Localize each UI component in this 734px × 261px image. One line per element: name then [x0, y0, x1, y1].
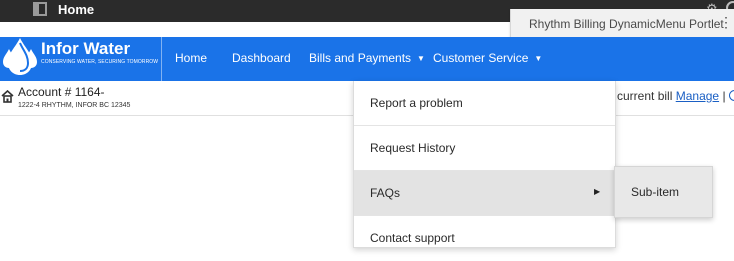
- faqs-submenu: Sub-item: [614, 166, 713, 218]
- menu-item-label: Report a problem: [370, 96, 463, 110]
- nav-item-customer-service[interactable]: Customer Service ▼: [433, 51, 542, 65]
- home-icon: [1, 90, 14, 103]
- page-title: Home: [58, 2, 95, 17]
- menu-item-faqs[interactable]: FAQs ▶: [354, 171, 615, 216]
- info-icon[interactable]: [728, 90, 734, 101]
- menu-item-request-history[interactable]: Request History: [354, 126, 615, 171]
- brand-name: Infor Water: [41, 39, 131, 58]
- menu-item-label: Contact support: [370, 231, 455, 245]
- nav-item-label: Home: [175, 51, 208, 65]
- sidebar-toggle-icon[interactable]: [33, 2, 47, 16]
- manage-link[interactable]: Manage: [676, 89, 719, 103]
- portlet-title-bar: Rhythm Billing DynamicMenu Portlet ⋮: [510, 9, 734, 39]
- separator: |: [722, 89, 726, 103]
- main-navbar: Infor Water CONSERVING WATER, SECURING T…: [0, 37, 734, 81]
- account-address: 1222-4 RHYTHM, INFOR BC 12345: [18, 102, 131, 109]
- chevron-down-icon: ▼: [534, 54, 543, 63]
- customer-service-dropdown: Report a problem Request History FAQs ▶ …: [353, 81, 616, 248]
- nav-item-label: Dashboard: [232, 51, 291, 65]
- chevron-down-icon: ▼: [417, 54, 425, 63]
- nav-item-bills-and-payments[interactable]: Bills and Payments ▼: [309, 51, 425, 65]
- nav-item-home[interactable]: Home: [175, 51, 207, 65]
- nav-item-label: Bills and Payments: [309, 51, 412, 65]
- nav-item-label: Customer Service: [433, 51, 529, 65]
- menu-item-label: FAQs: [370, 186, 401, 200]
- kebab-icon[interactable]: ⋮: [719, 15, 733, 29]
- menu-item-report-a-problem[interactable]: Report a problem: [354, 81, 615, 126]
- submenu-item-sub-item[interactable]: Sub-item: [631, 185, 679, 199]
- menu-item-contact-support[interactable]: Contact support: [354, 216, 615, 261]
- nav-menu: Home Dashboard Bills and Payments ▼ Custo…: [161, 37, 734, 81]
- account-number: Account # 1164-: [18, 85, 105, 99]
- brand-tagline: CONSERVING WATER, SECURING TOMORROW: [41, 59, 159, 65]
- menu-item-label: Request History: [370, 141, 456, 155]
- current-bill-text: e current bill: [607, 89, 673, 103]
- portlet-title: Rhythm Billing DynamicMenu Portlet: [529, 17, 724, 31]
- bill-info: e current bill Manage |: [607, 89, 734, 103]
- water-drops-icon: [3, 38, 37, 75]
- nav-item-dashboard[interactable]: Dashboard: [232, 51, 291, 65]
- chevron-right-icon: ▶: [594, 187, 601, 196]
- brand-logo[interactable]: Infor Water CONSERVING WATER, SECURING T…: [0, 37, 160, 81]
